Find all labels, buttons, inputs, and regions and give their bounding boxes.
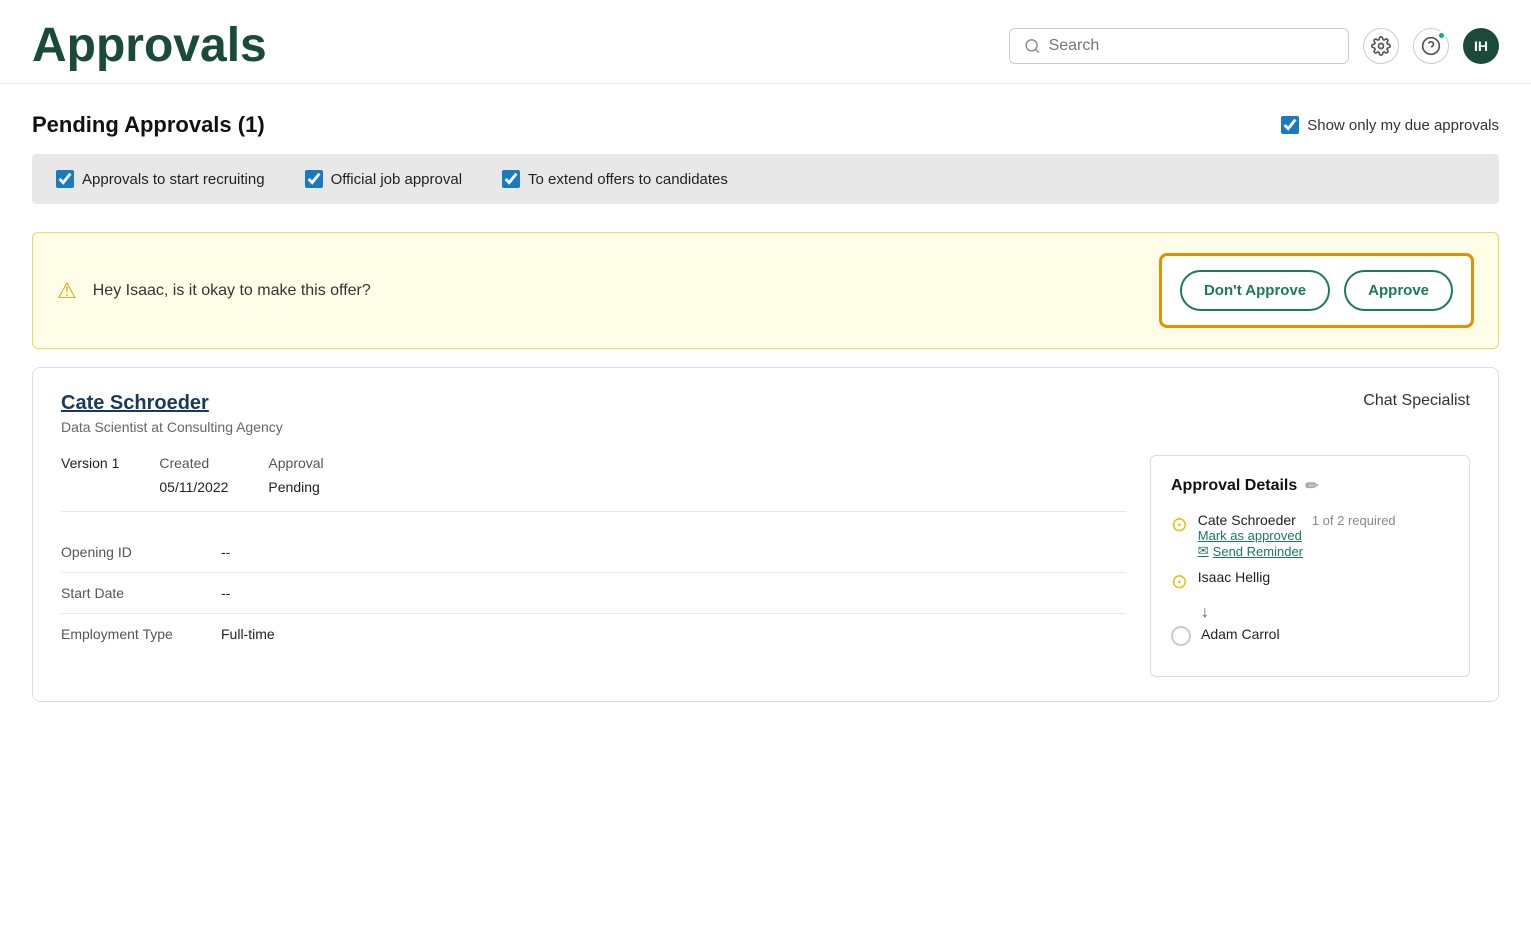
created-label: Created	[159, 455, 228, 471]
card-top: Cate Schroeder Data Scientist at Consult…	[61, 392, 1470, 435]
page-title: Approvals	[32, 18, 267, 73]
approver-2: ⊙ Isaac Hellig	[1171, 569, 1449, 594]
filter-extend-offers-label: To extend offers to candidates	[528, 171, 728, 188]
employment-type-label: Employment Type	[61, 626, 201, 642]
card-left: Version 1 Created 05/11/2022 Approval Pe…	[61, 455, 1126, 677]
approver-arrow: ↓	[1201, 604, 1449, 622]
approval-label: Approval	[268, 455, 323, 471]
start-date-row: Start Date --	[61, 573, 1126, 614]
created-value: 05/11/2022	[159, 479, 228, 495]
dont-approve-button[interactable]: Don't Approve	[1180, 270, 1330, 311]
mark-approved-link[interactable]: Mark as approved	[1198, 528, 1449, 543]
alert-actions: Don't Approve Approve	[1159, 253, 1474, 328]
candidate-card: Cate Schroeder Data Scientist at Consult…	[32, 367, 1499, 702]
show-only-checkbox[interactable]	[1281, 116, 1299, 134]
filter-extend-offers-checkbox[interactable]	[502, 170, 520, 188]
approval-details-label: Approval Details	[1171, 477, 1297, 495]
gear-icon	[1371, 36, 1391, 56]
approver-3-info: Adam Carrol	[1201, 626, 1449, 644]
opening-id-row: Opening ID --	[61, 532, 1126, 573]
main-content: Pending Approvals (1) Show only my due a…	[0, 84, 1531, 730]
help-button[interactable]	[1413, 28, 1449, 64]
created-item: Created 05/11/2022	[159, 455, 228, 495]
job-title: Chat Specialist	[1363, 392, 1470, 410]
notification-dot	[1437, 31, 1446, 40]
meta-row: Version 1 Created 05/11/2022 Approval Pe…	[61, 455, 1126, 512]
approver-3: Adam Carrol	[1171, 626, 1449, 646]
candidate-name[interactable]: Cate Schroeder	[61, 392, 283, 415]
approver-1-required: 1 of 2 required	[1312, 513, 1396, 528]
approver-2-name: Isaac Hellig	[1198, 569, 1270, 585]
alert-icon: ⚠	[57, 278, 77, 304]
version-item: Version 1	[61, 455, 119, 495]
approver-1-info: Cate Schroeder 1 of 2 required Mark as a…	[1198, 512, 1449, 559]
approver-1: ⊙ Cate Schroeder 1 of 2 required Mark as…	[1171, 512, 1449, 559]
opening-id-label: Opening ID	[61, 544, 201, 560]
approval-details-panel: Approval Details ✏ ⊙ Cate Schroeder 1 of…	[1150, 455, 1470, 677]
filter-start-recruiting-checkbox[interactable]	[56, 170, 74, 188]
header: Approvals IH	[0, 0, 1531, 84]
approver-3-icon	[1171, 626, 1191, 646]
header-actions: IH	[1009, 28, 1499, 64]
approval-value: Pending	[268, 479, 323, 495]
employment-type-value: Full-time	[221, 626, 275, 642]
filter-extend-offers[interactable]: To extend offers to candidates	[502, 170, 728, 188]
settings-button[interactable]	[1363, 28, 1399, 64]
approver-1-icon: ⊙	[1171, 512, 1188, 537]
approver-3-name: Adam Carrol	[1201, 626, 1280, 642]
search-box[interactable]	[1009, 28, 1349, 64]
show-only-filter[interactable]: Show only my due approvals	[1281, 116, 1499, 134]
filter-official-job-label: Official job approval	[331, 171, 462, 188]
employment-type-row: Employment Type Full-time	[61, 614, 1126, 654]
approval-details-title: Approval Details ✏	[1171, 476, 1449, 496]
approve-button[interactable]: Approve	[1344, 270, 1453, 311]
approval-status-item: Approval Pending	[268, 455, 323, 495]
section-title: Pending Approvals (1)	[32, 112, 265, 138]
approver-1-name: Cate Schroeder	[1198, 512, 1296, 528]
start-date-value: --	[221, 585, 230, 601]
candidate-info: Cate Schroeder Data Scientist at Consult…	[61, 392, 283, 435]
filter-start-recruiting-label: Approvals to start recruiting	[82, 171, 265, 188]
filter-official-job-checkbox[interactable]	[305, 170, 323, 188]
version-value: Version 1	[61, 455, 119, 471]
avatar-button[interactable]: IH	[1463, 28, 1499, 64]
approver-2-info: Isaac Hellig	[1198, 569, 1449, 587]
search-icon	[1024, 37, 1041, 55]
alert-banner: ⚠ Hey Isaac, is it okay to make this off…	[57, 253, 1149, 328]
send-reminder-link[interactable]: ✉ Send Reminder	[1198, 543, 1449, 559]
approver-2-icon: ⊙	[1171, 569, 1188, 594]
alert-text: Hey Isaac, is it okay to make this offer…	[93, 282, 1149, 300]
opening-id-value: --	[221, 544, 230, 560]
show-only-label: Show only my due approvals	[1307, 117, 1499, 134]
filter-official-job[interactable]: Official job approval	[305, 170, 462, 188]
filter-start-recruiting[interactable]: Approvals to start recruiting	[56, 170, 265, 188]
card-body: Version 1 Created 05/11/2022 Approval Pe…	[61, 455, 1470, 677]
search-input[interactable]	[1049, 37, 1334, 55]
start-date-label: Start Date	[61, 585, 201, 601]
candidate-subtitle: Data Scientist at Consulting Agency	[61, 419, 283, 435]
email-icon: ✉	[1198, 543, 1209, 559]
section-header: Pending Approvals (1) Show only my due a…	[32, 112, 1499, 138]
pencil-icon[interactable]: ✏	[1305, 476, 1318, 496]
filter-bar: Approvals to start recruiting Official j…	[32, 154, 1499, 204]
